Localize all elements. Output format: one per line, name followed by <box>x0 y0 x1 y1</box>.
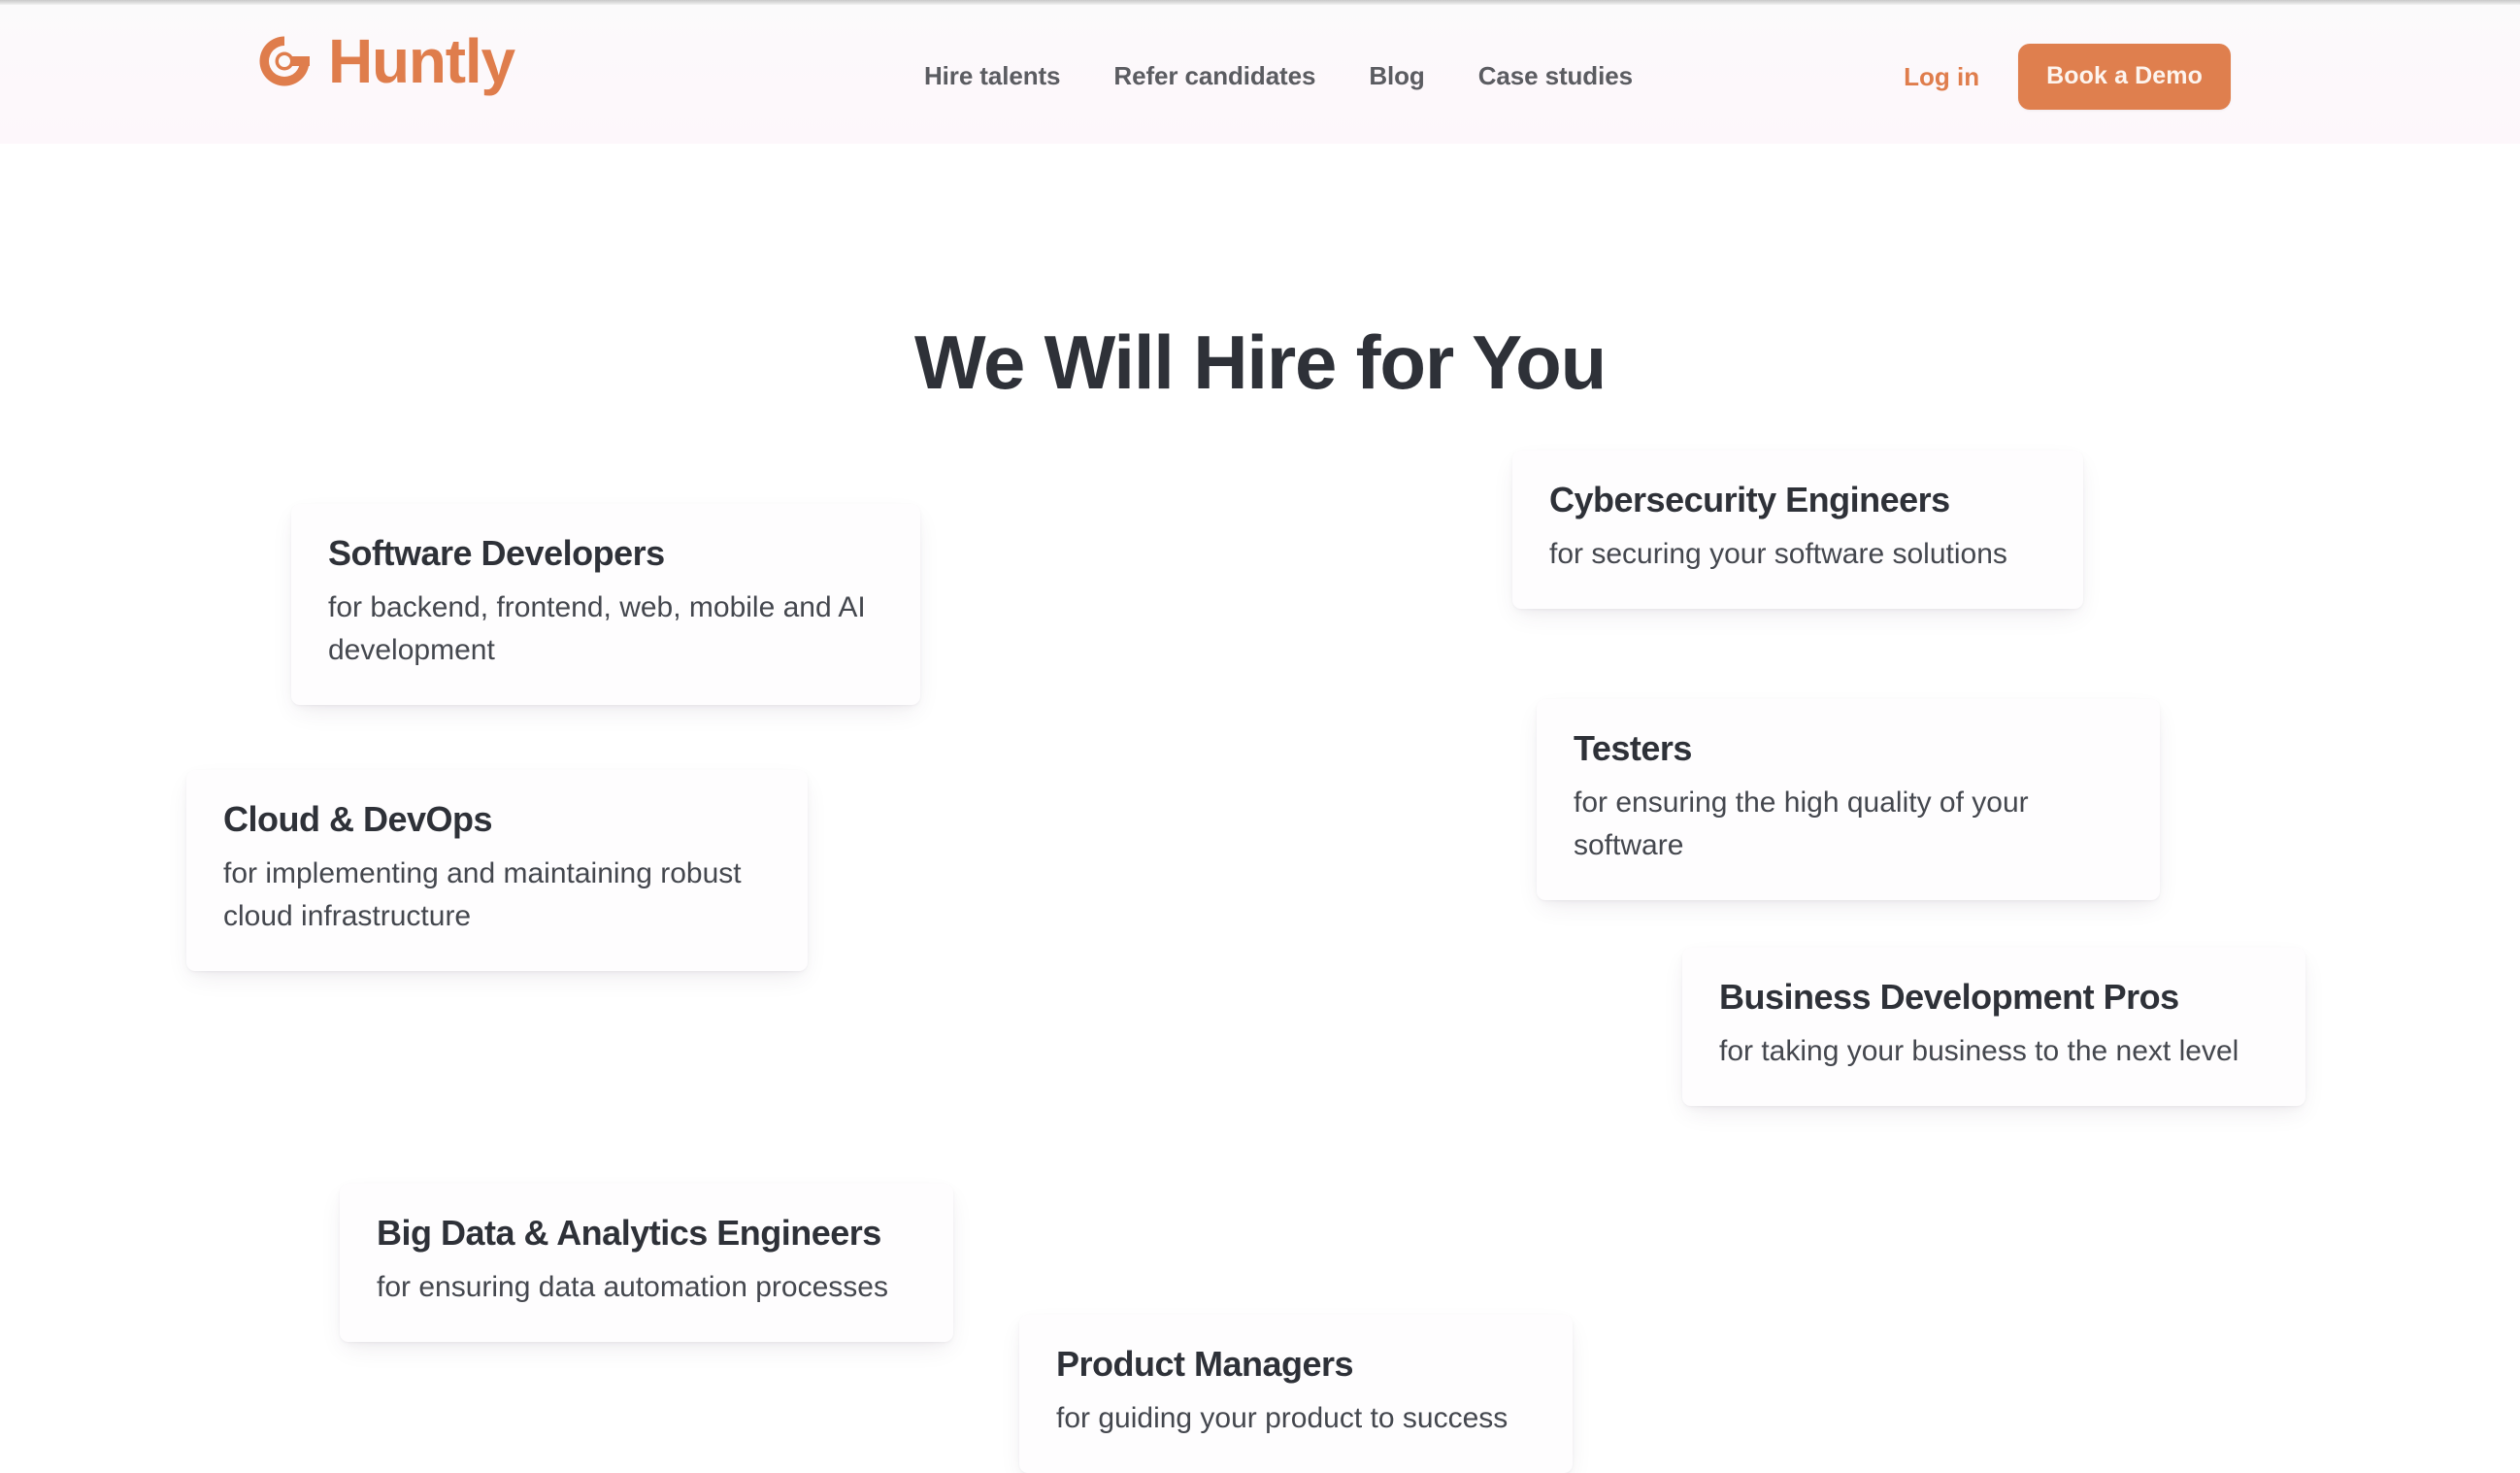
role-card-description: for securing your software solutions <box>1549 538 2007 571</box>
brand-name: Huntly <box>328 26 515 96</box>
role-card-description: for guiding your product to success <box>1056 1402 1509 1435</box>
role-card-cybersecurity-engineers[interactable]: Cybersecurity Engineers for securing you… <box>1512 451 2083 610</box>
brand-logo[interactable]: Huntly <box>254 26 515 96</box>
nav-item-blog[interactable]: Blog <box>1369 61 1424 91</box>
role-card-description: for backend, frontend, web, mobile and A… <box>328 591 866 667</box>
book-a-demo-button[interactable]: Book a Demo <box>2018 44 2231 110</box>
login-link[interactable]: Log in <box>1904 62 1979 92</box>
role-card-description: for implementing and maintaining robust … <box>223 857 742 933</box>
role-card-title: Business Development Pros <box>1719 977 2179 1017</box>
role-card-big-data-analytics-engineers[interactable]: Big Data & Analytics Engineers for ensur… <box>340 1184 953 1343</box>
role-card-software-developers[interactable]: Software Developers for backend, fronten… <box>291 504 920 705</box>
role-card-title: Cybersecurity Engineers <box>1549 480 1950 519</box>
role-card-product-managers[interactable]: Product Managers for guiding your produc… <box>1019 1315 1573 1473</box>
role-card-testers[interactable]: Testers for ensuring the high quality of… <box>1537 699 2160 900</box>
role-card-title: Testers <box>1574 728 1692 768</box>
role-card-title: Product Managers <box>1056 1344 1354 1384</box>
site-header: Huntly Hire talents Refer candidates Blo… <box>0 5 2520 144</box>
role-card-description: for ensuring the high quality of your so… <box>1574 787 2029 862</box>
role-card-title: Cloud & DevOps <box>223 799 493 839</box>
role-card-title: Software Developers <box>328 533 665 573</box>
nav-item-case-studies[interactable]: Case studies <box>1478 61 1633 91</box>
header-actions: Log in Book a Demo <box>1904 44 2231 110</box>
huntly-circle-mark-icon <box>254 31 315 91</box>
role-card-cloud-devops[interactable]: Cloud & DevOps for implementing and main… <box>186 770 808 971</box>
role-card-description: for ensuring data automation processes <box>377 1271 888 1304</box>
nav-item-hire-talents[interactable]: Hire talents <box>924 61 1061 91</box>
role-card-title: Big Data & Analytics Engineers <box>377 1213 881 1253</box>
page-title: We Will Hire for You <box>913 319 1607 405</box>
role-card-description: for taking your business to the next lev… <box>1719 1035 2239 1068</box>
role-card-business-development-pros[interactable]: Business Development Pros for taking you… <box>1682 948 2305 1107</box>
nav-item-refer-candidates[interactable]: Refer candidates <box>1113 61 1315 91</box>
hire-for-you-section: We Will Hire for You Software Developers… <box>0 144 2520 1473</box>
main-navigation: Hire talents Refer candidates Blog Case … <box>924 61 1633 91</box>
